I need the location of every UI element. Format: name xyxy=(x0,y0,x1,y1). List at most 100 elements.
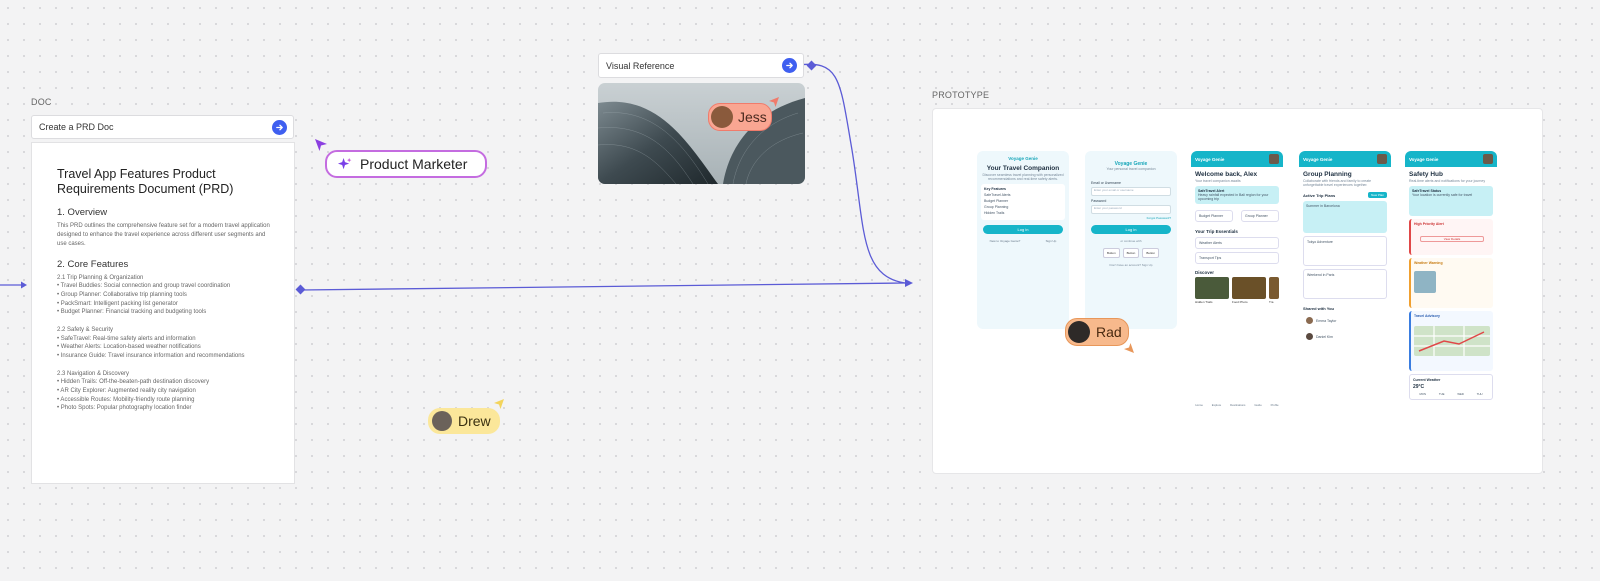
nav-destinations[interactable]: Destinations xyxy=(1230,403,1245,407)
s2-social-button[interactable]: Button xyxy=(1122,248,1140,258)
s3-brand: Voyage Genie xyxy=(1195,156,1225,162)
s3-alert-text: Heavy rainfall expected in Bali region f… xyxy=(1198,193,1269,201)
cursor-pointer-icon xyxy=(1124,343,1134,353)
s5-alert2: Weather Warning xyxy=(1414,261,1443,265)
trip-card[interactable]: Summer in Barcelona xyxy=(1303,201,1387,233)
cursor-pointer-icon xyxy=(769,97,779,107)
s4-active-row: Active Trip Plans New Plan xyxy=(1303,192,1387,198)
visual-reference-submit-button[interactable] xyxy=(782,58,797,73)
shared-person[interactable]: Daniel Kim xyxy=(1303,330,1387,343)
drew-cursor-tag: Drew xyxy=(428,408,500,434)
s3-alert-card[interactable]: SafeTravel Alert Heavy rainfall expected… xyxy=(1195,186,1279,204)
screen-safety-hub[interactable]: Voyage Genie Safety Hub Real-time alerts… xyxy=(1405,151,1497,431)
s3-header: Voyage Genie xyxy=(1191,151,1283,167)
discover-card[interactable]: Tra xyxy=(1269,277,1279,304)
s5-alert1: High Priority Alert xyxy=(1414,222,1444,226)
s1-feature: Budget Planner xyxy=(984,199,1009,203)
forecast-day: THU xyxy=(1476,392,1483,396)
shared-person[interactable]: Emma Taylor xyxy=(1303,314,1387,327)
s4-active-title: Active Trip Plans xyxy=(1303,192,1336,198)
s2-pass-input[interactable]: Enter your password xyxy=(1091,205,1171,214)
s2-or: or continue with xyxy=(1120,239,1142,243)
s5-weather-card[interactable]: Weather Warning xyxy=(1409,258,1493,308)
jess-label: Jess xyxy=(738,109,767,125)
s5-sub: Real-time alerts and notifications for y… xyxy=(1409,179,1486,183)
screen-group-planning[interactable]: Voyage Genie Group Planning Collaborate … xyxy=(1299,151,1391,387)
s1-footer-left: New to Voyage Genie? xyxy=(989,239,1021,243)
s5-header: Voyage Genie xyxy=(1405,151,1497,167)
new-plan-button[interactable]: New Plan xyxy=(1368,192,1387,198)
s2-sub: Your personal travel companion xyxy=(1106,167,1156,171)
s1-title: Your Travel Companion xyxy=(986,165,1060,172)
s3-title: Welcome back, Alex xyxy=(1195,171,1258,178)
screen-login[interactable]: Voyage Genie Your personal travel compan… xyxy=(1085,151,1177,329)
s3-discover: Discover xyxy=(1195,270,1215,275)
jess-avatar xyxy=(711,106,733,128)
s4-shared-title: Shared with You xyxy=(1303,306,1334,311)
forecast-day: WED xyxy=(1457,392,1464,396)
map-image xyxy=(1414,326,1490,356)
visual-reference-prompt[interactable]: Visual Reference xyxy=(598,53,804,78)
discover-card[interactable]: Food Photo xyxy=(1232,277,1266,304)
s5-advisory-card[interactable]: Travel Advisory xyxy=(1409,311,1493,371)
jess-cursor-tag: Jess xyxy=(708,103,772,131)
screen-welcome[interactable]: Voyage Genie Your Travel Companion Disco… xyxy=(977,151,1069,329)
s1-footer: New to Voyage Genie? Sign Up xyxy=(977,239,1069,243)
s4-title: Group Planning xyxy=(1303,171,1352,178)
s1-signup-link[interactable]: Sign Up xyxy=(1046,239,1057,243)
screen-home[interactable]: Voyage Genie Welcome back, Alex Your tra… xyxy=(1191,151,1283,409)
s3-essential-item[interactable]: Transport Tips xyxy=(1195,252,1279,264)
trip-card[interactable]: Weekend in Paris xyxy=(1303,269,1387,299)
reference-connector-handle xyxy=(806,60,817,71)
s2-pass-label: Password xyxy=(1091,199,1107,203)
s3-essential-item[interactable]: Weather Alerts xyxy=(1195,237,1279,249)
storm-image xyxy=(1414,271,1436,293)
s3-card[interactable]: Group Planner xyxy=(1241,210,1279,222)
nav-profile[interactable]: Profile xyxy=(1271,403,1279,407)
route-map-icon xyxy=(1414,326,1490,356)
product-marketer-tag: Product Marketer xyxy=(325,150,487,178)
s3-planner-cards: Budget Planner Group Planner xyxy=(1191,207,1283,225)
nav-explore[interactable]: Explore xyxy=(1212,403,1221,407)
sparkle-icon xyxy=(337,157,352,169)
view-details-button[interactable]: View Details xyxy=(1420,236,1484,242)
rad-avatar xyxy=(1068,321,1090,343)
rad-label: Rad xyxy=(1096,324,1122,340)
cursor-pointer-icon xyxy=(315,139,327,151)
s5-temp: 29°C xyxy=(1413,384,1425,390)
s2-login-button[interactable]: Log in xyxy=(1091,225,1171,234)
nav-guide[interactable]: Guide xyxy=(1254,403,1261,407)
nav-home[interactable]: Home xyxy=(1195,403,1202,407)
discover-card[interactable]: Hidden Trails xyxy=(1195,277,1229,304)
s3-bottom-nav: Home Explore Destinations Guide Profile xyxy=(1191,403,1283,407)
rad-cursor-tag: Rad xyxy=(1065,318,1129,346)
s2-user-input[interactable]: Enter your email or username xyxy=(1091,187,1171,196)
s4-sub: Collaborate with friends and family to c… xyxy=(1303,179,1372,187)
s1-features-card: Key Features SafeTravel Alerts Budget Pl… xyxy=(981,184,1065,220)
avatar[interactable] xyxy=(1377,154,1387,164)
s5-alert3: Travel Advisory xyxy=(1414,314,1440,318)
s1-feature: SafeTravel Alerts xyxy=(984,193,1011,197)
s2-forgot-link[interactable]: Forgot Password? xyxy=(1091,216,1171,220)
s5-status-card: SafeTravel Status Your location is curre… xyxy=(1409,186,1493,216)
s2-social-button[interactable]: Button xyxy=(1102,248,1120,258)
drew-label: Drew xyxy=(458,413,491,429)
avatar[interactable] xyxy=(1269,154,1279,164)
s2-footer: Don't have an account? Sign Up xyxy=(1109,263,1153,267)
avatar[interactable] xyxy=(1483,154,1493,164)
s1-features-title: Key Features xyxy=(984,187,1006,191)
s2-social-button[interactable]: Button xyxy=(1142,248,1160,258)
s2-social-buttons: Button Button Button xyxy=(1085,248,1177,258)
trip-card[interactable]: Tokyo Adventure xyxy=(1303,236,1387,266)
s4-brand: Voyage Genie xyxy=(1303,156,1333,162)
s5-forecast: MON TUE WED THU xyxy=(1413,392,1489,396)
s1-login-button[interactable]: Log in xyxy=(983,225,1063,234)
doc-connector-handle xyxy=(295,284,306,295)
prototype-frame[interactable]: Voyage Genie Your Travel Companion Disco… xyxy=(932,108,1543,474)
forecast-day: TUE xyxy=(1438,392,1445,396)
s1-sub: Discover seamless travel planning with p… xyxy=(982,173,1064,181)
s3-essentials: Your Trip Essentials xyxy=(1195,229,1238,234)
s3-card[interactable]: Budget Planner xyxy=(1195,210,1233,222)
s3-sub: Your travel companion awaits xyxy=(1195,179,1241,183)
s5-alert-card[interactable]: High Priority Alert View Details xyxy=(1409,219,1493,255)
